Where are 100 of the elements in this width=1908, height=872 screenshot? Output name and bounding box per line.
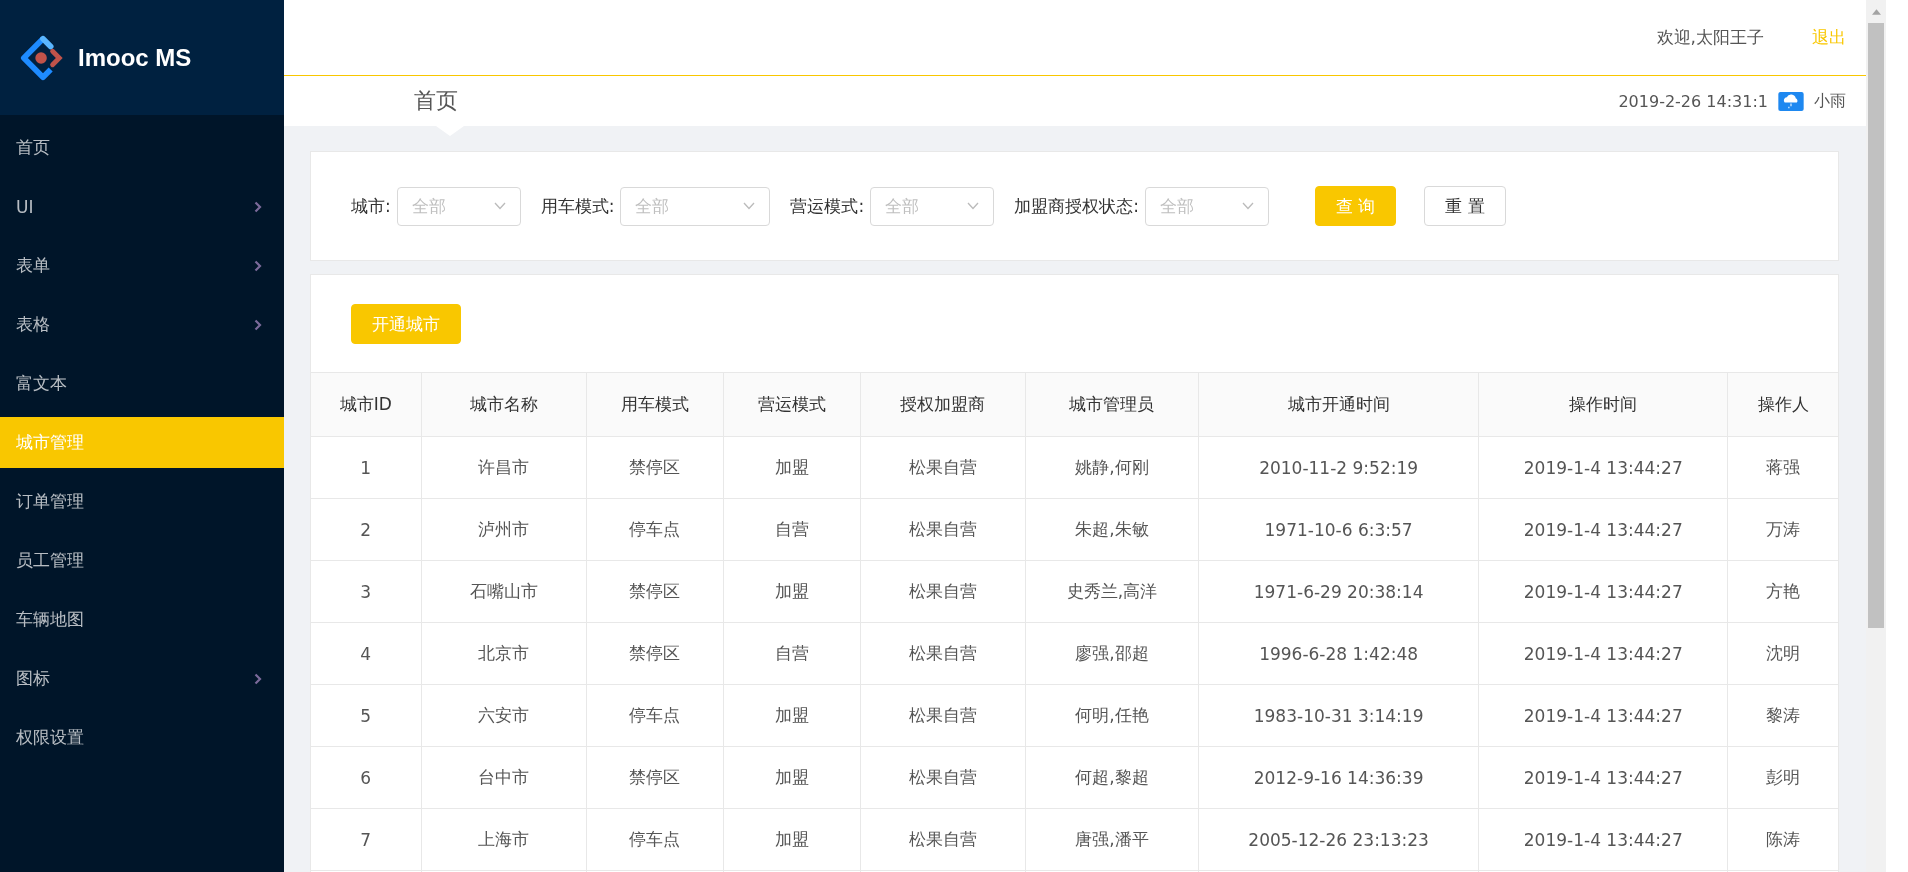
table-cell: 2019-1-4 13:44:27 [1478,622,1728,685]
scrollbar-track[interactable] [1866,0,1886,872]
table-cell: 姚静,何刚 [1025,436,1199,499]
table-cell: 4 [311,622,422,685]
table-cell: 松果自营 [860,808,1026,871]
table-cell: 2019-1-4 13:44:27 [1478,684,1728,747]
table-cell: 3 [311,560,422,623]
table-cell: 何超,黎超 [1025,746,1199,809]
table-cell: 泸州市 [421,498,587,561]
table-cell: 1996-6-28 1:42:48 [1198,622,1479,685]
table-cell: 6 [311,746,422,809]
table-cell: 何明,任艳 [1025,684,1199,747]
filter-label: 城市: [351,194,391,218]
weather-text: 小雨 [1814,90,1846,112]
caret-icon [1241,202,1254,210]
column-header: 营运模式 [723,372,861,437]
table-cell: 5 [311,684,422,747]
menu-item[interactable]: 权限设置 [0,712,284,763]
menu-item[interactable]: 表单 [0,240,284,291]
column-header: 操作时间 [1478,372,1728,437]
date-time: 2019-2-26 14:31:1 [1618,91,1768,111]
menu-item[interactable]: 员工管理 [0,535,284,586]
menu-item[interactable]: 首页 [0,122,284,173]
table-cell: 2010-11-2 9:52:19 [1198,436,1479,499]
table-cell: 唐强,潘平 [1025,808,1199,871]
table-cell: 禁停区 [586,436,724,499]
table-cell: 石嘴山市 [421,560,587,623]
table-cell: 2005-12-26 23:13:23 [1198,808,1479,871]
filter-label: 加盟商授权状态: [1014,194,1139,218]
column-header: 操作人 [1727,372,1838,437]
table-cell: 黎涛 [1727,684,1838,747]
table-cell: 方艳 [1727,560,1838,623]
filter-label: 营运模式: [790,194,865,218]
table-cell: 加盟 [723,560,861,623]
table-cell: 2019-1-4 13:44:27 [1478,436,1728,499]
menu-item[interactable]: 表格 [0,299,284,350]
table-cell: 加盟 [723,684,861,747]
menu-item[interactable]: UI [0,181,284,232]
column-header: 城市名称 [421,372,587,437]
column-header: 城市ID [311,372,422,437]
table-cell: 朱超,朱敏 [1025,498,1199,561]
table-cell: 陈涛 [1727,808,1838,871]
column-header: 用车模式 [586,372,724,437]
table-cell: 停车点 [586,498,724,561]
table-cell: 禁停区 [586,622,724,685]
table-cell: 松果自营 [860,436,1026,499]
app-title: Imooc MS [78,43,192,72]
table-cell: 加盟 [723,436,861,499]
table-cell: 上海市 [421,808,587,871]
table-cell: 1 [311,436,422,499]
table-cell: 2012-9-16 14:36:39 [1198,746,1479,809]
table-cell: 自营 [723,622,861,685]
reset-button[interactable]: 重 置 [1424,186,1506,226]
table-cell: 加盟 [723,808,861,871]
menu-item[interactable]: 车辆地图 [0,594,284,645]
table-cell: 沈明 [1727,622,1838,685]
table-cell: 史秀兰,高洋 [1025,560,1199,623]
column-header: 授权加盟商 [860,372,1026,437]
table-cell: 六安市 [421,684,587,747]
table-cell: 松果自营 [860,560,1026,623]
scrollbar-thumb[interactable] [1868,23,1884,628]
filter-label: 用车模式: [540,194,615,218]
table-cell: 松果自营 [860,498,1026,561]
breadcrumb-title: 首页 [414,87,458,115]
table-cell: 2019-1-4 13:44:27 [1478,498,1728,561]
column-header: 城市开通时间 [1198,372,1479,437]
caret-icon [743,202,756,210]
table-cell: 松果自营 [860,746,1026,809]
table-cell: 彭明 [1727,746,1838,809]
table-cell: 自营 [723,498,861,561]
table-cell: 2019-1-4 13:44:27 [1478,746,1728,809]
table-cell: 2019-1-4 13:44:27 [1478,808,1728,871]
menu-item[interactable]: 富文本 [0,358,284,409]
table-cell: 1983-10-31 3:14:19 [1198,684,1479,747]
caret-icon [967,202,980,210]
rain-cloud-icon [1778,91,1804,111]
table-cell: 停车点 [586,808,724,871]
table-cell: 松果自营 [860,684,1026,747]
caret-icon [493,202,506,210]
table-cell: 松果自营 [860,622,1026,685]
table-cell: 2 [311,498,422,561]
table-cell: 许昌市 [421,436,587,499]
table-cell: 2019-1-4 13:44:27 [1478,560,1728,623]
menu-item[interactable]: 订单管理 [0,476,284,527]
table-cell: 台中市 [421,746,587,809]
scroll-up-icon[interactable] [1871,9,1881,15]
table-cell: 加盟 [723,746,861,809]
table-cell: 万涛 [1727,498,1838,561]
table-cell: 禁停区 [586,560,724,623]
table-cell: 蒋强 [1727,436,1838,499]
table-cell: 7 [311,808,422,871]
table-cell: 1971-6-29 20:38:14 [1198,560,1479,623]
table-cell: 停车点 [586,684,724,747]
table-cell: 1971-10-6 6:3:57 [1198,498,1479,561]
table-cell: 北京市 [421,622,587,685]
menu-item[interactable]: 图标 [0,653,284,704]
column-header: 城市管理员 [1025,372,1199,437]
table-cell: 廖强,邵超 [1025,622,1199,685]
table-cell: 禁停区 [586,746,724,809]
welcome-text: 欢迎,太阳王子 [1656,26,1764,49]
